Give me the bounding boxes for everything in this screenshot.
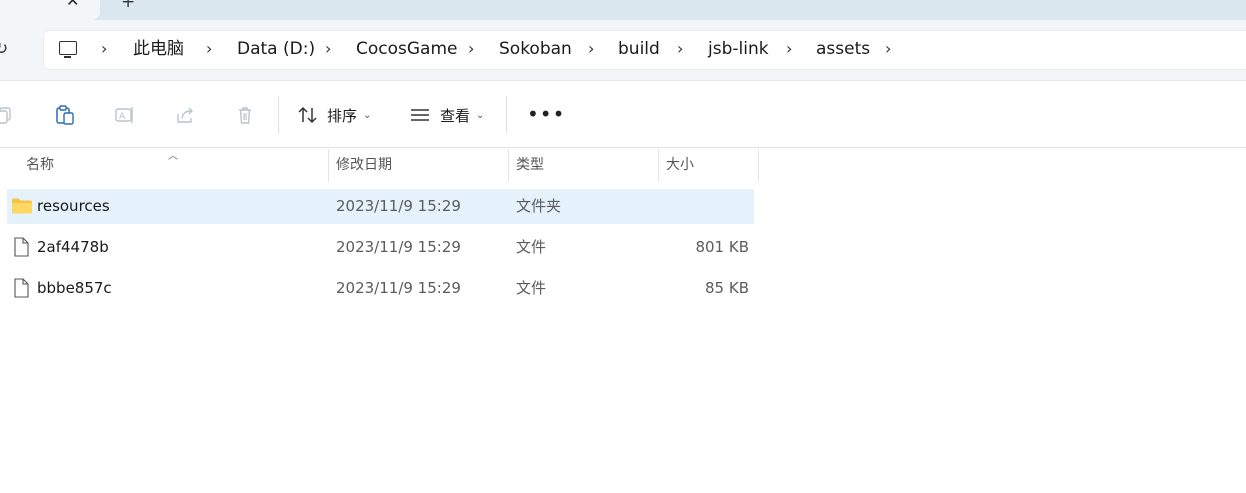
command-bar: A 排序 ⌄ 查看 ⌄ ••• <box>0 81 1246 148</box>
paste-icon[interactable] <box>55 105 75 125</box>
breadcrumb-this-pc[interactable]: 此电脑 <box>133 38 184 60</box>
breadcrumb-jsb-link[interactable]: jsb-link <box>708 38 769 60</box>
toolbar-divider <box>506 96 507 134</box>
chevron-down-icon: ⌄ <box>476 109 485 121</box>
view-button[interactable]: 查看 ⌄ <box>409 103 484 127</box>
delete-icon[interactable] <box>235 105 255 125</box>
breadcrumb-separator-icon[interactable]: › <box>325 38 331 60</box>
breadcrumb-separator-icon[interactable]: › <box>588 38 594 60</box>
breadcrumb-assets[interactable]: assets <box>816 38 870 60</box>
svg-text:A: A <box>119 112 126 122</box>
folder-icon <box>12 198 32 214</box>
breadcrumb-separator-icon[interactable]: › <box>885 38 891 60</box>
tab-active[interactable]: ✕ <box>0 0 100 20</box>
toolbar-divider <box>278 96 279 134</box>
file-name[interactable]: bbbe857c <box>37 271 112 306</box>
breadcrumb-separator-icon[interactable]: › <box>206 38 212 60</box>
tab-strip: ✕ + <box>0 0 1246 20</box>
column-divider[interactable] <box>758 149 759 182</box>
chevron-down-icon: ⌄ <box>363 109 372 121</box>
column-header-name[interactable]: 名称 <box>26 149 54 182</box>
file-date: 2023/11/9 15:29 <box>336 238 461 256</box>
sort-icon <box>298 106 317 124</box>
sort-ascending-icon: ︿ <box>168 151 178 162</box>
file-row-bbbe857c[interactable]: bbbe857c 2023/11/9 15:29 文件 85 KB <box>7 271 754 306</box>
file-type: 文件夹 <box>516 197 562 215</box>
file-icon <box>14 278 29 298</box>
file-name[interactable]: 2af4478b <box>37 230 109 265</box>
breadcrumb-cocosgame[interactable]: CocosGame <box>356 38 458 60</box>
column-divider[interactable] <box>508 149 509 182</box>
file-type: 文件 <box>516 279 547 297</box>
more-options-icon[interactable]: ••• <box>527 104 565 124</box>
file-row-resources[interactable]: resources 2023/11/9 15:29 文件夹 <box>7 189 754 224</box>
copy-icon[interactable] <box>0 105 14 125</box>
breadcrumb-separator-icon[interactable]: › <box>468 38 474 60</box>
file-size: 85 KB <box>705 279 749 297</box>
new-tab-icon[interactable]: + <box>121 0 135 11</box>
column-header-date[interactable]: 修改日期 <box>336 149 392 182</box>
breadcrumb-sokoban[interactable]: Sokoban <box>499 38 572 60</box>
share-icon[interactable] <box>175 105 195 125</box>
sort-button[interactable]: 排序 ⌄ <box>297 103 371 127</box>
column-header-size[interactable]: 大小 <box>666 149 694 182</box>
file-date: 2023/11/9 15:29 <box>336 279 461 297</box>
view-list-icon <box>411 109 429 121</box>
this-pc-icon[interactable] <box>59 41 77 58</box>
breadcrumb-separator-icon[interactable]: › <box>101 38 107 60</box>
column-divider[interactable] <box>658 149 659 182</box>
file-icon <box>14 237 29 257</box>
column-divider[interactable] <box>328 149 329 182</box>
file-name[interactable]: resources <box>37 189 110 224</box>
address-row: ↻ › 此电脑 › Data (D:) › CocosGame › Sokoba… <box>0 20 1246 81</box>
close-tab-icon[interactable]: ✕ <box>66 0 79 9</box>
file-date: 2023/11/9 15:29 <box>336 197 461 215</box>
sort-label: 排序 <box>327 106 358 125</box>
rename-icon[interactable]: A <box>115 105 135 125</box>
refresh-icon[interactable]: ↻ <box>0 39 10 59</box>
column-header-type[interactable]: 类型 <box>516 149 544 182</box>
file-size: 801 KB <box>695 238 749 256</box>
file-row-2af4478b[interactable]: 2af4478b 2023/11/9 15:29 文件 801 KB <box>7 230 754 265</box>
breadcrumb-build[interactable]: build <box>618 38 660 60</box>
breadcrumb-separator-icon[interactable]: › <box>677 38 683 60</box>
breadcrumb-separator-icon[interactable]: › <box>786 38 792 60</box>
breadcrumb-data-drive[interactable]: Data (D:) <box>237 38 315 60</box>
file-type: 文件 <box>516 238 547 256</box>
view-label: 查看 <box>440 106 471 125</box>
